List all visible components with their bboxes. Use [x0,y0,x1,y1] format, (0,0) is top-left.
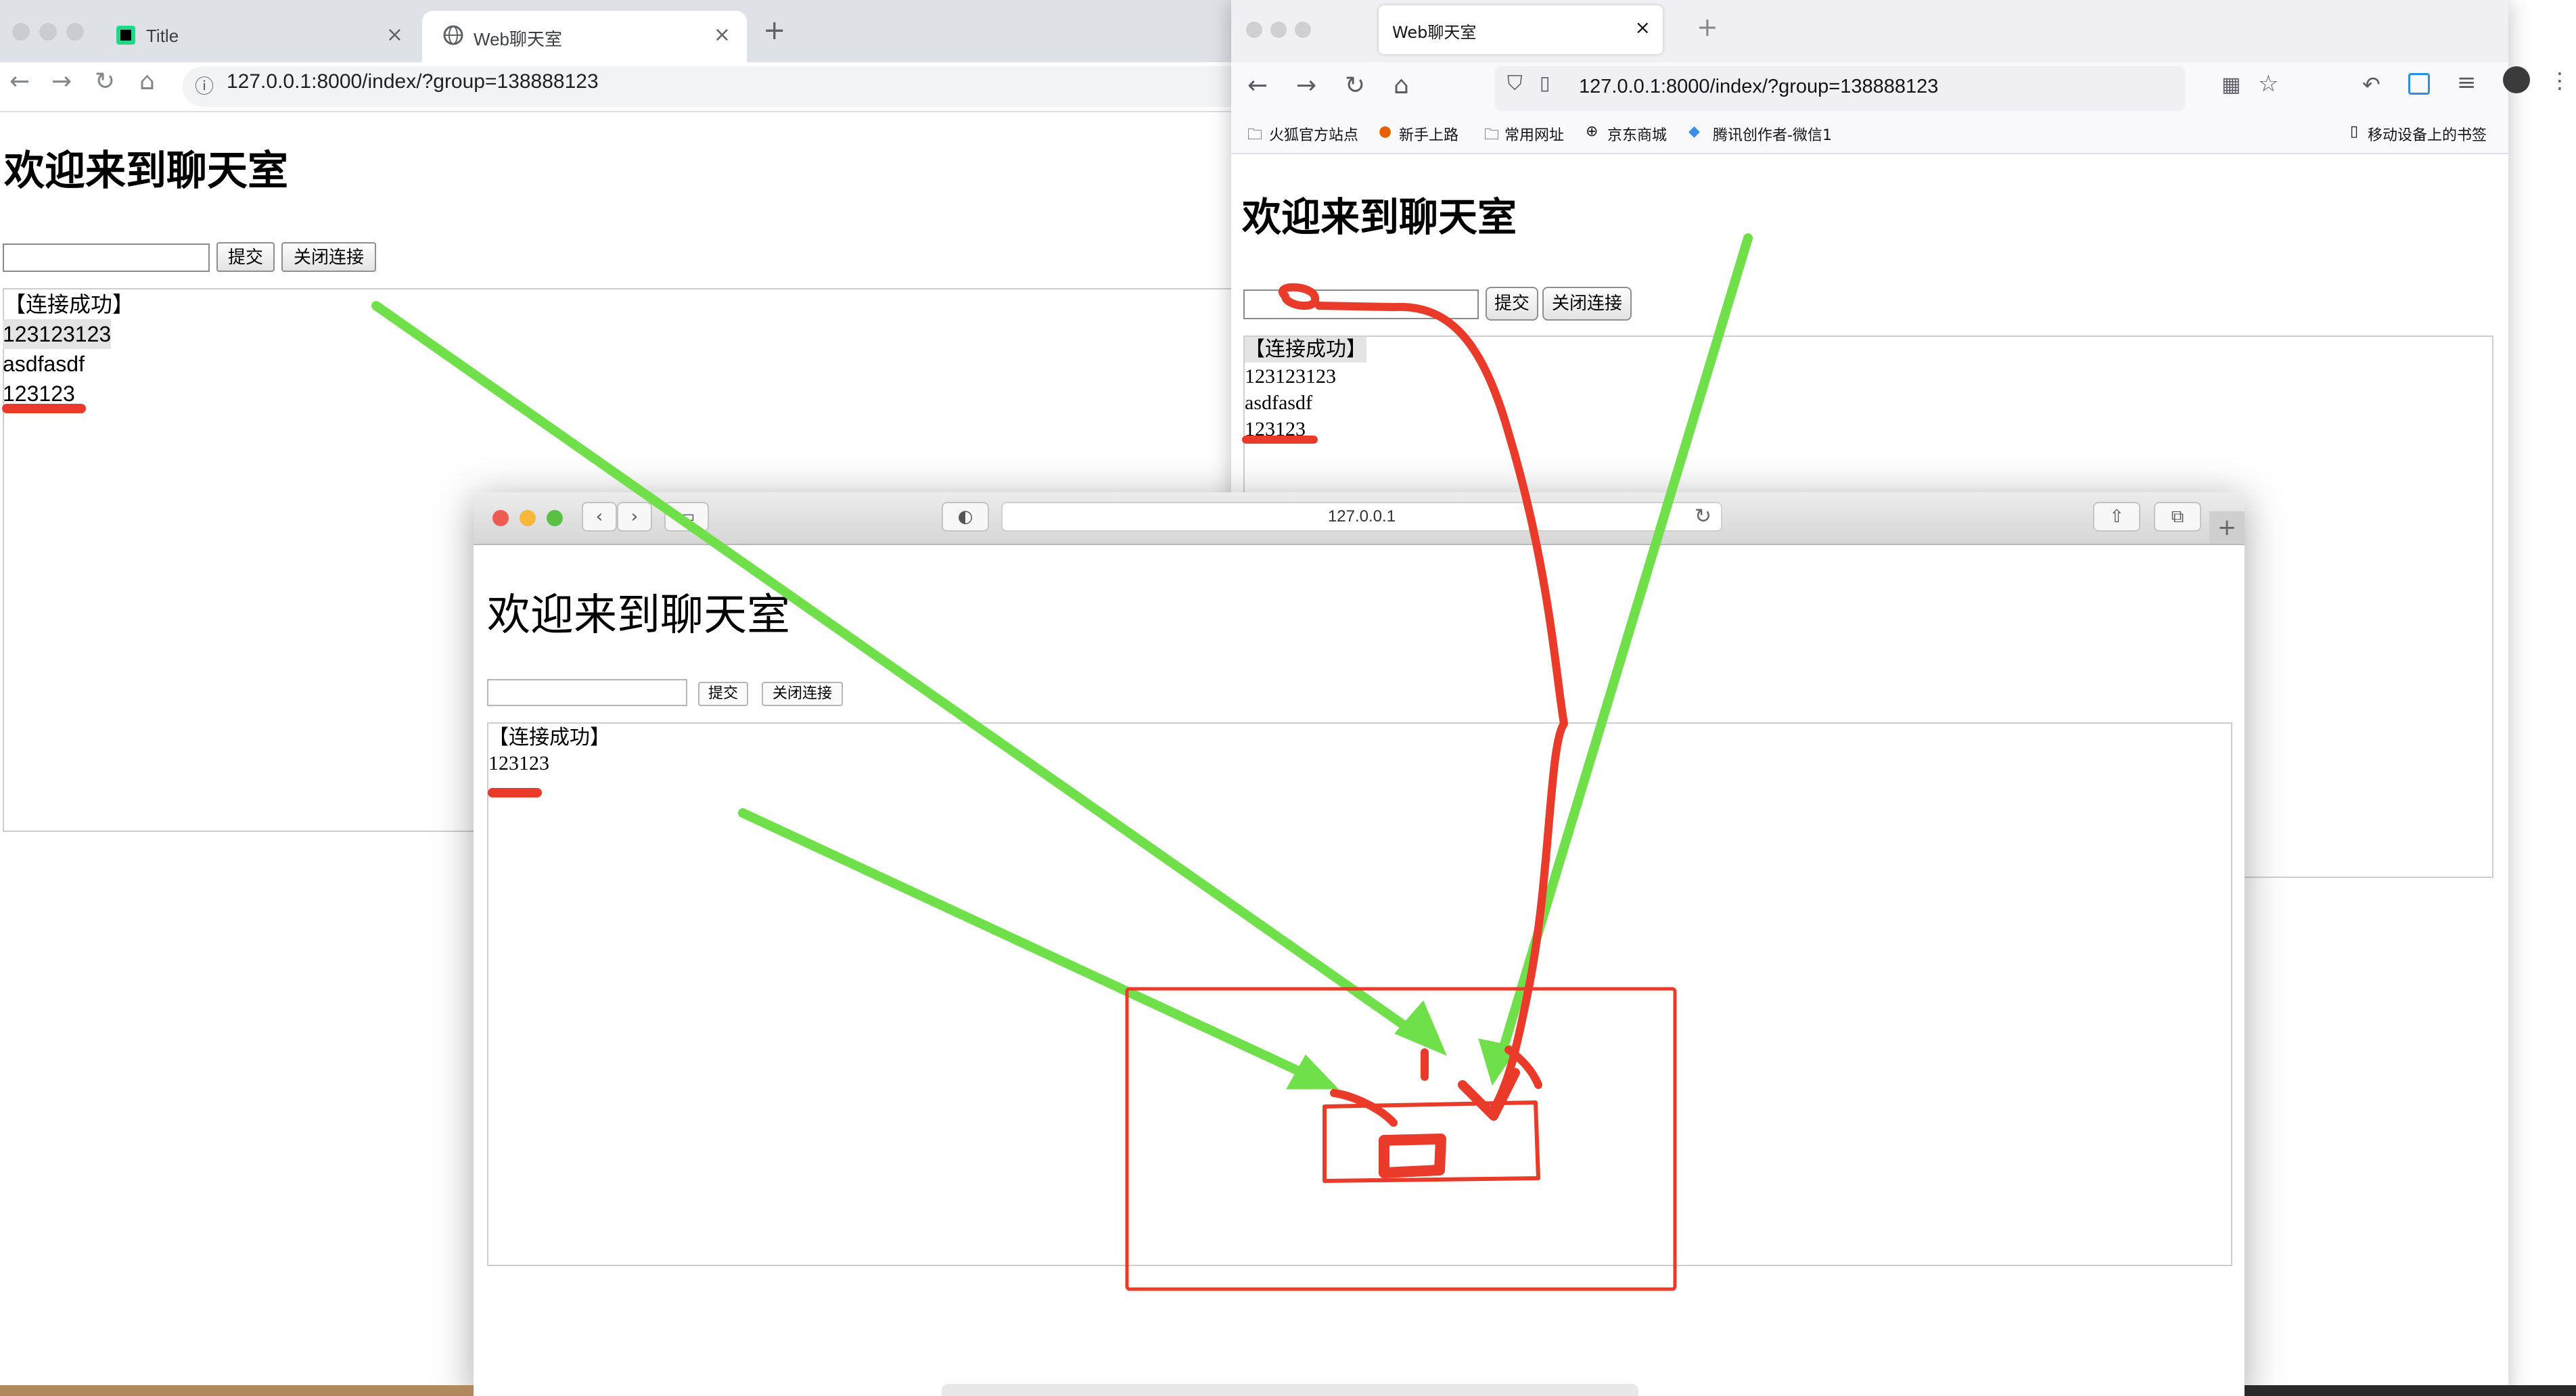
arrow-chrome-to-safari [371,301,1432,1046]
arrow-head [1394,1000,1447,1056]
arrow-safari-message [738,808,1316,1081]
red-markup [2,283,1677,1291]
annotation-overlay [2,233,1753,1291]
green-arrows [371,233,1753,1090]
red-arrowhead [1458,1068,1520,1121]
small-box-mark [1379,1134,1446,1178]
